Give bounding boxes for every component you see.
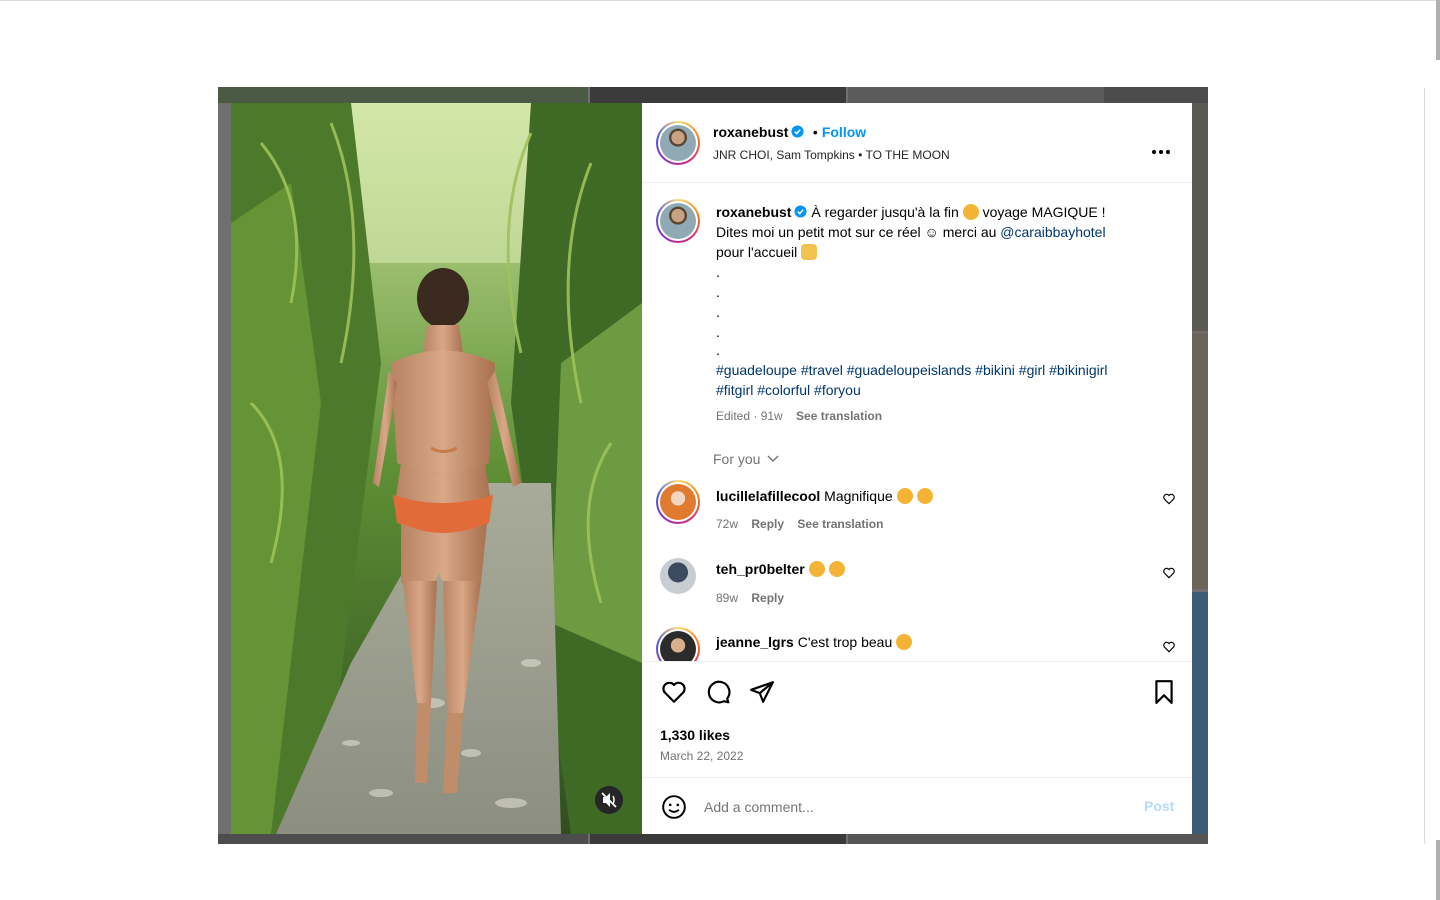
post-actions: 1,330 likes March 22, 2022 bbox=[642, 661, 1192, 777]
ok-hand-emoji bbox=[801, 244, 818, 260]
comment-username[interactable]: teh_pr0belter bbox=[716, 561, 805, 577]
backdrop-tile bbox=[848, 834, 1208, 844]
comment-icon[interactable] bbox=[705, 679, 731, 705]
caption-text-1: À regarder jusqu'à la fin bbox=[811, 204, 959, 220]
heart-eyes-emoji bbox=[962, 204, 979, 220]
see-translation-link[interactable]: See translation bbox=[796, 409, 882, 423]
emoji-icon[interactable] bbox=[661, 794, 687, 820]
share-icon[interactable] bbox=[749, 679, 775, 705]
comments-scroll-area[interactable]: roxanebust À regarder jusqu'à la fin voy… bbox=[642, 184, 1192, 661]
hashtags-line-2[interactable]: #fitgirl #colorful #foryou bbox=[716, 380, 1166, 400]
commenter-avatar[interactable] bbox=[660, 558, 696, 594]
comment-age: 72w bbox=[716, 517, 739, 531]
jungle-path-scene bbox=[231, 103, 642, 834]
chevron-down-icon bbox=[767, 455, 779, 462]
browser-top-border bbox=[0, 0, 1440, 1]
backdrop-tile bbox=[848, 87, 1104, 103]
comment-username[interactable]: jeanne_lgrs bbox=[716, 634, 794, 650]
author-username[interactable]: roxanebust bbox=[713, 124, 788, 140]
heart-icon[interactable] bbox=[661, 679, 687, 705]
caption-author-avatar[interactable] bbox=[656, 199, 700, 243]
more-icon bbox=[1152, 150, 1156, 154]
caption-text-3: pour l'accueil bbox=[716, 244, 798, 260]
backdrop-tile bbox=[218, 87, 588, 103]
comment-like-heart-icon[interactable] bbox=[1162, 566, 1176, 580]
comment-input[interactable] bbox=[704, 796, 1124, 818]
audio-attribution[interactable]: JNR CHOI, Sam Tompkins • TO THE MOON bbox=[713, 148, 950, 162]
comment-row: lucillelafillecool Magnifique bbox=[716, 486, 933, 506]
caption-dot: . bbox=[716, 284, 720, 300]
commenter-avatar[interactable] bbox=[656, 480, 700, 524]
caption-text-2: Dites moi un petit mot sur ce réel ☺ mer… bbox=[716, 224, 997, 240]
caption-text-1b: voyage MAGIQUE ! bbox=[982, 204, 1106, 220]
hashtags-line-1[interactable]: #guadeloupe #travel #guadeloupeislands #… bbox=[716, 360, 1166, 380]
backdrop-tile bbox=[1192, 333, 1208, 589]
dot-separator: • bbox=[812, 124, 818, 140]
add-comment-bar: Post bbox=[642, 777, 1192, 834]
mention-link[interactable]: @caraibbayhotel bbox=[1000, 224, 1105, 240]
star-eyes-emoji bbox=[896, 634, 913, 650]
comment-username[interactable]: lucillelafillecool bbox=[716, 488, 820, 504]
comment-like-heart-icon[interactable] bbox=[1162, 640, 1176, 654]
comment-row: jeanne_lgrs C'est trop beau bbox=[716, 632, 913, 652]
post-header: roxanebust • Follow JNR CHOI, Sam Tompkin… bbox=[642, 103, 1192, 183]
star-eyes-emoji bbox=[808, 561, 825, 577]
comment-sort-dropdown[interactable]: For you bbox=[713, 451, 779, 467]
post-details-panel: roxanebust • Follow JNR CHOI, Sam Tompkin… bbox=[642, 103, 1192, 834]
backdrop-tile bbox=[1104, 87, 1208, 103]
caption-dot: . bbox=[716, 304, 720, 320]
caption-username[interactable]: roxanebust bbox=[716, 204, 791, 220]
verified-badge-icon bbox=[794, 205, 808, 218]
star-eyes-emoji bbox=[896, 488, 913, 504]
scrollbar-thumb[interactable] bbox=[1436, 0, 1440, 60]
for-you-label: For you bbox=[713, 451, 761, 467]
page-right-border bbox=[1424, 88, 1425, 844]
comment-row: teh_pr0belter bbox=[716, 559, 845, 579]
backdrop-tile bbox=[590, 834, 846, 844]
more-options-button[interactable] bbox=[1152, 141, 1173, 159]
backdrop-tile bbox=[1192, 592, 1208, 844]
commenter-avatar[interactable] bbox=[656, 627, 700, 661]
comment-age: 89w bbox=[716, 591, 739, 605]
save-icon[interactable] bbox=[1151, 679, 1177, 705]
muted-audio-icon bbox=[601, 792, 617, 808]
caption-meta: Edited · 91w See translation bbox=[716, 409, 882, 423]
edited-age: Edited · 91w bbox=[716, 409, 783, 423]
backdrop-tile bbox=[590, 87, 846, 103]
comment-meta: 72w Reply See translation bbox=[716, 517, 883, 531]
follow-button[interactable]: Follow bbox=[822, 124, 866, 140]
backdrop-tile bbox=[1192, 103, 1208, 331]
comment-meta: 89w Reply bbox=[716, 591, 784, 605]
star-eyes-emoji bbox=[916, 488, 933, 504]
comment-text: Magnifique bbox=[824, 488, 893, 504]
caption-dot: . bbox=[716, 342, 720, 358]
post-comment-button[interactable]: Post bbox=[1144, 798, 1174, 814]
reply-button[interactable]: Reply bbox=[751, 517, 784, 531]
caption-dot: . bbox=[716, 264, 720, 280]
post-caption: roxanebust À regarder jusqu'à la fin voy… bbox=[716, 202, 1166, 400]
page-scrollbar[interactable] bbox=[1436, 0, 1440, 900]
post-video[interactable] bbox=[231, 103, 642, 834]
post-date: March 22, 2022 bbox=[660, 749, 744, 763]
reply-button[interactable]: Reply bbox=[751, 591, 784, 605]
author-line: roxanebust • Follow bbox=[713, 124, 866, 142]
author-avatar[interactable] bbox=[656, 121, 700, 165]
scrollbar-thumb-lower bbox=[1436, 840, 1440, 900]
see-translation-link[interactable]: See translation bbox=[797, 517, 883, 531]
verified-badge-icon bbox=[791, 125, 805, 138]
comment-like-heart-icon[interactable] bbox=[1162, 492, 1176, 506]
caption-dot: . bbox=[716, 324, 720, 340]
mute-toggle-button[interactable] bbox=[595, 786, 623, 814]
likes-count[interactable]: 1,330 likes bbox=[660, 727, 730, 743]
star-eyes-emoji bbox=[828, 561, 845, 577]
comment-text: C'est trop beau bbox=[797, 634, 893, 650]
backdrop-tile bbox=[218, 834, 588, 844]
